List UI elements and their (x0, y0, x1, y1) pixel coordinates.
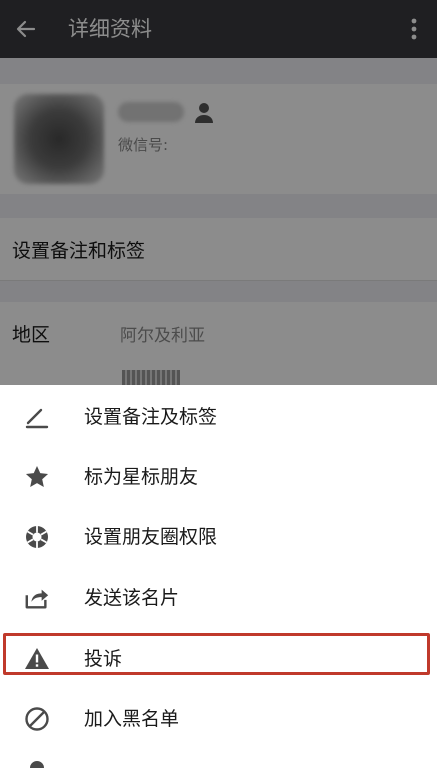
menu-item-star-friend[interactable]: 标为星标朋友 (0, 447, 437, 507)
warning-icon (24, 646, 50, 672)
menu-item-label: 发送该名片 (84, 587, 180, 609)
menu-item-label: 设置朋友圈权限 (84, 526, 218, 548)
star-icon (24, 464, 50, 490)
menu-item-label: 设置备注及标签 (84, 406, 218, 428)
menu-item-report[interactable]: 投诉 (0, 629, 437, 689)
menu-item-send-card[interactable]: 发送该名片 (0, 568, 437, 628)
action-sheet: 设置备注及标签 标为星标朋友 设置朋友圈权限 发送该名片 投诉 加入黑名单 (0, 385, 437, 768)
dim-overlay[interactable] (0, 0, 437, 385)
menu-item-blacklist[interactable]: 加入黑名单 (0, 689, 437, 749)
menu-item-label: 加入黑名单 (84, 708, 180, 730)
block-icon (24, 706, 50, 732)
menu-item-set-remark[interactable]: 设置备注及标签 (0, 387, 437, 447)
share-icon (24, 585, 50, 611)
aperture-icon (24, 524, 50, 550)
menu-item-label: 标为星标朋友 (84, 466, 199, 488)
partial-menu-icon (30, 761, 44, 768)
pencil-icon (24, 404, 50, 430)
menu-item-moments-permission[interactable]: 设置朋友圈权限 (0, 507, 437, 567)
menu-item-label: 投诉 (84, 648, 123, 670)
